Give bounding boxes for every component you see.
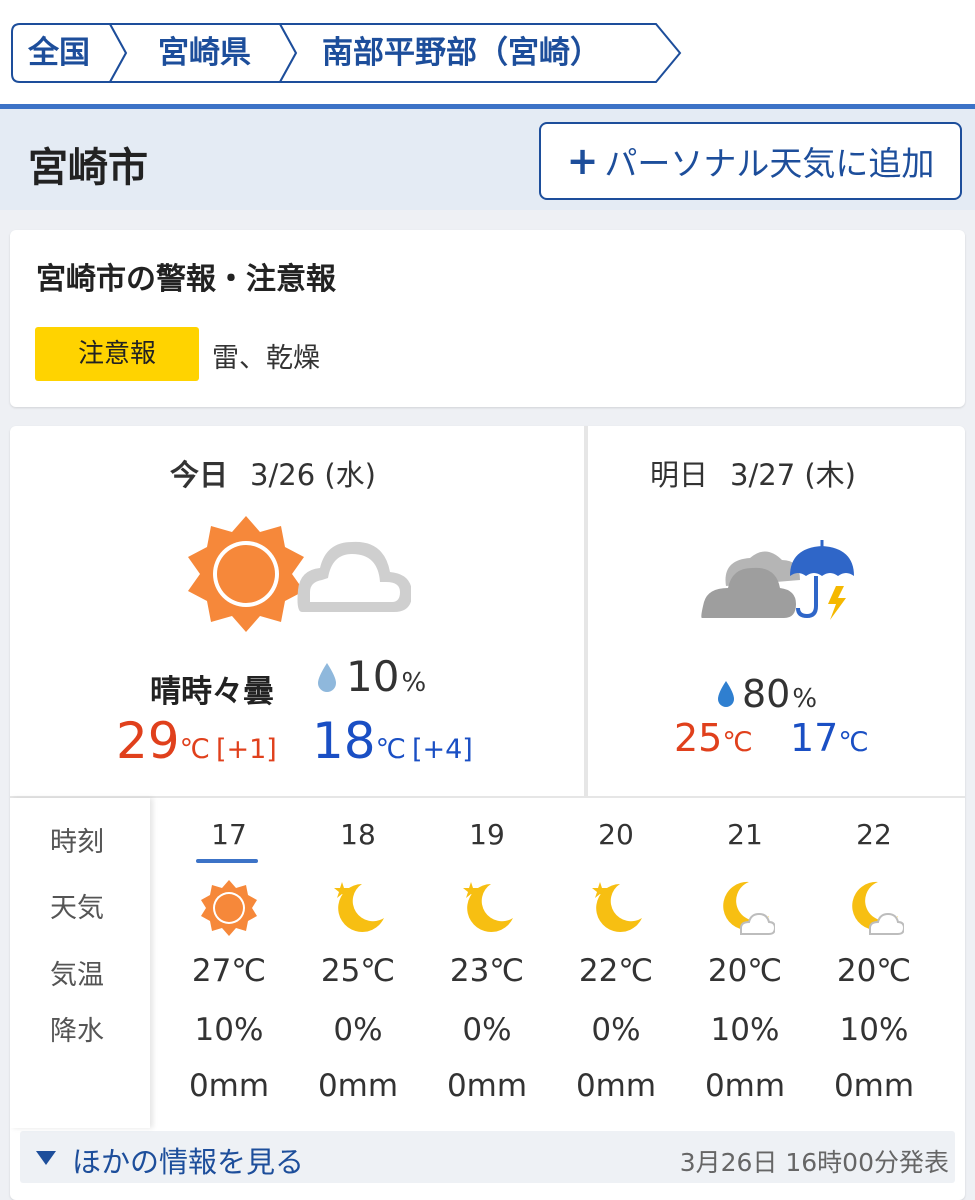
breadcrumb-item-country[interactable]: 全国: [28, 30, 90, 76]
tomorrow-low-temp: 17℃: [790, 716, 869, 760]
sun-icon: [188, 516, 304, 632]
row-label-weather: 天気: [50, 893, 104, 924]
breadcrumb-item-region[interactable]: 南部平野部（宮崎）: [322, 30, 601, 76]
hour-rain-amount: 0mm: [704, 1068, 786, 1104]
today-header: 今日 3/26 (水): [170, 452, 376, 494]
forecast-card: 今日 3/26 (水) 晴時々曇 10% 29℃ [+1] 18℃ [+4] 明日 3/…: [10, 426, 965, 1200]
today-precip: 10%: [316, 652, 426, 701]
raindrop-icon: [318, 663, 336, 692]
breadcrumb-item-prefecture[interactable]: 宮崎県: [158, 30, 251, 76]
row-label-precip: 降水: [50, 1016, 104, 1047]
moon-icon: [463, 882, 513, 932]
raindrop-icon: [718, 681, 734, 707]
hour-time: 19: [469, 818, 505, 851]
hour-rain-amount: 0mm: [446, 1068, 528, 1104]
today-low-temp: 18℃ [+4]: [312, 712, 473, 770]
advisory-badge[interactable]: 注意報: [35, 327, 199, 381]
alert-card: 宮崎市の警報・注意報 注意報 雷、乾燥: [10, 230, 965, 407]
tomorrow-high-temp: 25℃: [674, 716, 753, 760]
add-personal-weather-button[interactable]: + パーソナル天気に追加: [539, 122, 962, 200]
tomorrow-date: 3/27 (木): [730, 458, 856, 492]
hour-rain-amount: 0mm: [833, 1068, 915, 1104]
hour-time: 17: [211, 818, 247, 851]
row-label-temp: 気温: [50, 960, 104, 991]
hour-precip: 0%: [462, 1012, 512, 1048]
hour-rain-amount: 0mm: [575, 1068, 657, 1104]
hour-time: 20: [598, 818, 634, 851]
alert-title: 宮崎市の警報・注意報: [36, 262, 336, 297]
hour-time: 18: [340, 818, 376, 851]
page-title: 宮崎市: [28, 145, 148, 191]
hour-precip: 0%: [591, 1012, 641, 1048]
hour-column: 20 22℃ 0% 0mm: [561, 798, 671, 1128]
cloud-icon: [701, 551, 800, 618]
hour-temp: 23℃: [449, 953, 525, 989]
issued-time: 3月26日 16時00分発表: [679, 1148, 949, 1177]
moon-cloud-icon: [723, 881, 775, 935]
breadcrumb: 全国 宮崎県 南部平野部（宮崎）: [0, 0, 975, 104]
tomorrow-header: 明日 3/27 (木): [650, 452, 856, 494]
triangle-down-icon[interactable]: [34, 1149, 58, 1167]
hour-rain-amount: 0mm: [317, 1068, 399, 1104]
moon-icon: [334, 882, 384, 932]
hour-column: 21 20℃ 10% 0mm: [690, 798, 800, 1128]
sun-icon: [201, 880, 257, 936]
hour-temp: 20℃: [707, 953, 783, 989]
title-bar: 宮崎市 + パーソナル天気に追加: [0, 109, 975, 210]
row-label-time: 時刻: [50, 827, 104, 858]
today-label: 今日: [170, 458, 229, 492]
hour-temp: 20℃: [836, 953, 912, 989]
add-button-label: パーソナル天気に追加: [604, 144, 935, 183]
hour-temp: 22℃: [578, 953, 654, 989]
hour-temp: 27℃: [191, 953, 267, 989]
hour-time: 22: [856, 818, 892, 851]
moon-icon: [592, 882, 642, 932]
today-weather-icon: [188, 516, 411, 632]
more-info-link[interactable]: ほかの情報を見る: [72, 1139, 304, 1181]
advisory-text: 雷、乾燥: [212, 343, 320, 374]
forecast-footer: ほかの情報を見る 3月26日 16時00分発表: [20, 1131, 955, 1183]
moon-cloud-icon: [852, 881, 904, 935]
tomorrow-precip: 80%: [716, 672, 817, 716]
hourly-row-labels: 時刻 天気 気温 降水: [10, 798, 150, 1128]
hour-precip: 10%: [710, 1012, 780, 1048]
hour-precip: 10%: [194, 1012, 264, 1048]
hour-column: 18 25℃ 0% 0mm: [303, 798, 413, 1128]
hour-column: 19 23℃ 0% 0mm: [432, 798, 542, 1128]
hour-column: 17 27℃ 10% 0mm: [174, 798, 284, 1128]
tomorrow-label: 明日: [650, 458, 709, 492]
current-hour-indicator: [196, 859, 258, 863]
hour-precip: 10%: [839, 1012, 909, 1048]
today-weather-label: 晴時々曇: [150, 674, 274, 710]
hour-precip: 0%: [333, 1012, 383, 1048]
hourly-forecast[interactable]: 時刻 天気 気温 降水 17 27℃ 10% 0mm 18 25℃ 0% 0mm: [10, 798, 965, 1128]
today-date: 3/26 (水): [250, 458, 376, 492]
day-divider: [584, 426, 588, 796]
hour-temp: 25℃: [320, 953, 396, 989]
cloud-icon: [297, 541, 411, 612]
hour-time: 21: [727, 818, 763, 851]
plus-icon: +: [566, 139, 599, 183]
tomorrow-weather-icon: [701, 540, 854, 620]
hour-column: 22 20℃ 10% 0mm: [819, 798, 929, 1128]
hour-rain-amount: 0mm: [188, 1068, 270, 1104]
today-high-temp: 29℃ [+1]: [116, 712, 277, 770]
